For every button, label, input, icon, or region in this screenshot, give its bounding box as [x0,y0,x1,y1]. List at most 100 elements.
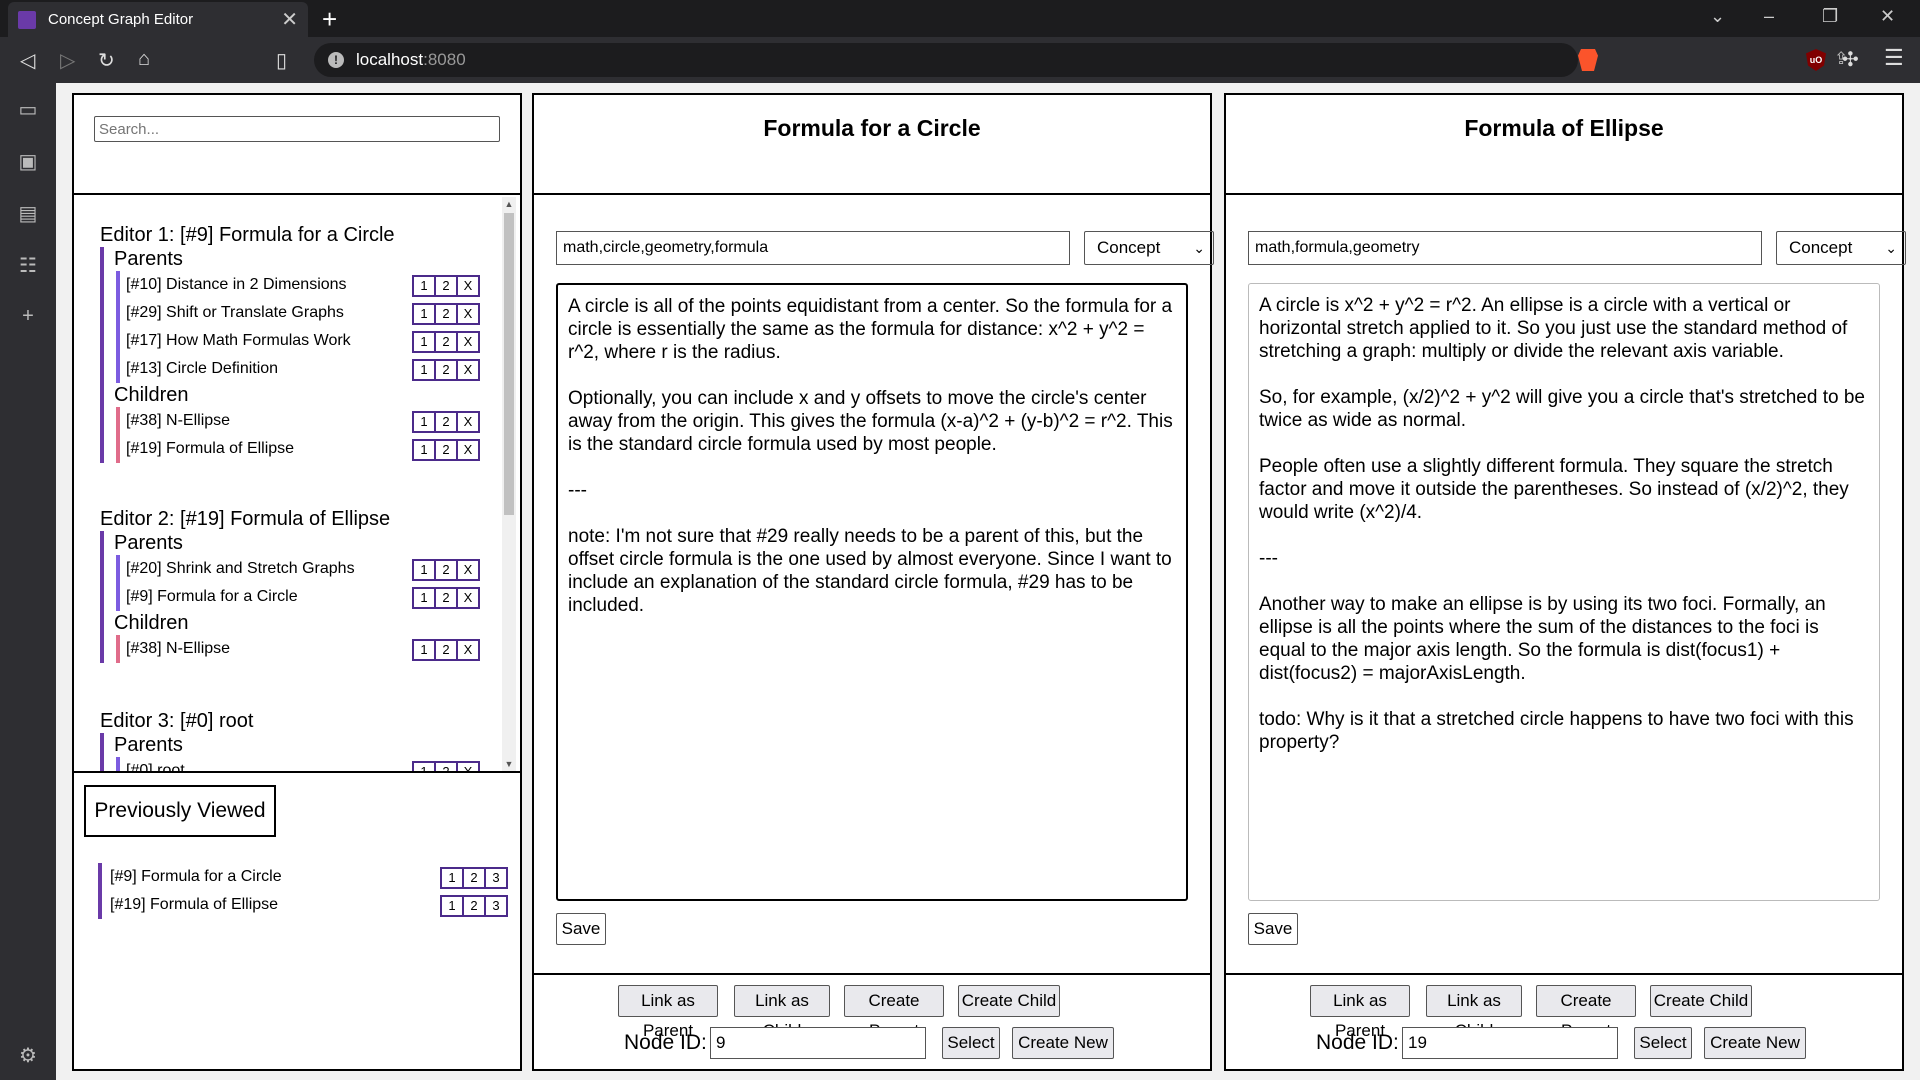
content-textarea[interactable]: A circle is x^2 + y^2 = r^2. An ellipse … [1248,283,1880,901]
ublock-icon[interactable]: uO [1806,49,1826,71]
open-in-editor-1-button[interactable]: 1 [442,897,462,915]
open-in-editor-1-button[interactable]: 1 [414,305,434,323]
editors-list-scrollbar[interactable]: ▲ ▼ [502,197,516,771]
open-in-editor-2-button[interactable]: 2 [436,333,456,351]
open-in-editor-2-button[interactable]: 2 [436,589,456,607]
previously-viewed-item[interactable]: [#9] Formula for a Circle 123 [102,863,508,891]
scrollbar-thumb[interactable] [504,213,514,515]
link-as-child-button[interactable]: Link as Child [734,985,830,1040]
scroll-up-icon[interactable]: ▲ [502,197,516,211]
parent-item[interactable]: [#10] Distance in 2 Dimensions 12X [116,271,490,299]
editors-list[interactable]: Editor 1: [#9] Formula for a Circle Pare… [74,195,520,773]
tab-close-icon[interactable]: ✕ [281,7,298,32]
search-input[interactable] [94,116,500,142]
wallet-icon[interactable]: ▣ [16,149,40,174]
reload-icon[interactable]: ↻ [98,48,115,73]
create-parent-button[interactable]: Create Parent [844,985,944,1040]
tags-input[interactable] [1248,231,1762,265]
window-close-icon[interactable]: ✕ [1880,6,1895,27]
bookmarks-icon[interactable]: ▤ [16,201,40,226]
save-button[interactable]: Save [556,913,606,945]
content-textarea[interactable]: A circle is all of the points equidistan… [556,283,1188,901]
open-in-editor-2-button[interactable]: 2 [436,641,456,659]
menu-icon[interactable]: ☰ [1884,45,1904,71]
open-in-editor-1-button[interactable]: 1 [414,589,434,607]
parent-item[interactable]: [#0] root 12X [116,757,490,771]
open-in-editor-1-button[interactable]: 1 [414,333,434,351]
previously-viewed-item[interactable]: [#19] Formula of Ellipse 123 [102,891,508,919]
create-new-button[interactable]: Create New [1012,1027,1114,1059]
open-in-editor-2-button[interactable]: 2 [436,413,456,431]
remove-link-button[interactable]: X [458,589,478,607]
remove-link-button[interactable]: X [458,641,478,659]
link-as-parent-button[interactable]: Link as Parent [618,985,718,1040]
open-in-editor-2-button[interactable]: 2 [436,561,456,579]
scroll-down-icon[interactable]: ▼ [502,757,516,771]
minimize-icon[interactable]: – [1764,6,1774,27]
open-in-editor-2-button[interactable]: 2 [436,441,456,459]
open-in-editor-1-button[interactable]: 1 [442,869,462,887]
parent-item[interactable]: [#20] Shrink and Stretch Graphs 12X [116,555,490,583]
open-in-editor-1-button[interactable]: 1 [414,277,434,295]
open-in-editor-2-button[interactable]: 2 [464,869,484,887]
remove-link-button[interactable]: X [458,305,478,323]
browser-tab[interactable]: Concept Graph Editor ✕ [8,2,308,37]
address-bar[interactable]: ! localhost:8080 ⇪ [314,43,1848,77]
back-icon[interactable]: ◁ [20,48,35,73]
open-in-editor-1-button[interactable]: 1 [414,763,434,771]
add-sidebar-icon[interactable]: + [16,305,40,328]
home-icon[interactable]: ⌂ [138,48,150,71]
brave-shields-icon[interactable] [1578,49,1598,71]
node-type-select[interactable]: Concept ⌄ [1084,231,1214,265]
restore-icon[interactable]: ❐ [1822,6,1838,27]
extensions-icon[interactable]: ✣ [1842,47,1859,72]
parent-item[interactable]: [#9] Formula for a Circle 12X [116,583,490,611]
open-in-editor-3-button[interactable]: 3 [486,869,506,887]
node-type-select[interactable]: Concept ⌄ [1776,231,1906,265]
select-button[interactable]: Select [942,1027,1000,1059]
open-in-editor-2-button[interactable]: 2 [436,305,456,323]
remove-link-button[interactable]: X [458,361,478,379]
open-in-editor-2-button[interactable]: 2 [436,277,456,295]
create-new-button[interactable]: Create New [1704,1027,1806,1059]
create-child-button[interactable]: Create Child [1650,985,1752,1017]
link-as-child-button[interactable]: Link as Child [1426,985,1522,1040]
create-parent-button[interactable]: Create Parent [1536,985,1636,1040]
remove-link-button[interactable]: X [458,441,478,459]
open-in-editor-1-button[interactable]: 1 [414,361,434,379]
remove-link-button[interactable]: X [458,763,478,771]
link-as-parent-button[interactable]: Link as Parent [1310,985,1410,1040]
child-item[interactable]: [#38] N-Ellipse 12X [116,407,490,435]
open-in-editor-1-button[interactable]: 1 [414,441,434,459]
settings-gear-icon[interactable]: ⚙ [16,1043,40,1068]
parent-item[interactable]: [#29] Shift or Translate Graphs 12X [116,299,490,327]
new-tab-button[interactable]: + [322,4,337,34]
open-in-editor-2-button[interactable]: 2 [464,897,484,915]
parent-item[interactable]: [#13] Circle Definition 12X [116,355,490,383]
child-item[interactable]: [#19] Formula of Ellipse 12X [116,435,490,463]
parent-item[interactable]: [#17] How Math Formulas Work 12X [116,327,490,355]
open-in-editor-2-button[interactable]: 2 [436,361,456,379]
save-button[interactable]: Save [1248,913,1298,945]
video-icon[interactable]: ▭ [16,97,40,122]
node-id-input[interactable] [1402,1027,1618,1059]
remove-link-button[interactable]: X [458,333,478,351]
open-in-editor-1-button[interactable]: 1 [414,641,434,659]
open-in-editor-1-button[interactable]: 1 [414,561,434,579]
open-in-editor-3-button[interactable]: 3 [486,897,506,915]
tab-list-chevron-icon[interactable]: ⌄ [1710,6,1725,27]
forward-icon[interactable]: ▷ [60,48,75,73]
bookmark-icon[interactable]: ▯ [276,48,287,73]
select-button[interactable]: Select [1634,1027,1692,1059]
reading-list-icon[interactable]: ☷ [16,253,40,278]
remove-link-button[interactable]: X [458,413,478,431]
node-id-input[interactable] [710,1027,926,1059]
site-info-icon[interactable]: ! [328,52,344,68]
create-child-button[interactable]: Create Child [958,985,1060,1017]
child-item[interactable]: [#38] N-Ellipse 12X [116,635,490,663]
remove-link-button[interactable]: X [458,277,478,295]
remove-link-button[interactable]: X [458,561,478,579]
tags-input[interactable] [556,231,1070,265]
open-in-editor-2-button[interactable]: 2 [436,763,456,771]
open-in-editor-1-button[interactable]: 1 [414,413,434,431]
